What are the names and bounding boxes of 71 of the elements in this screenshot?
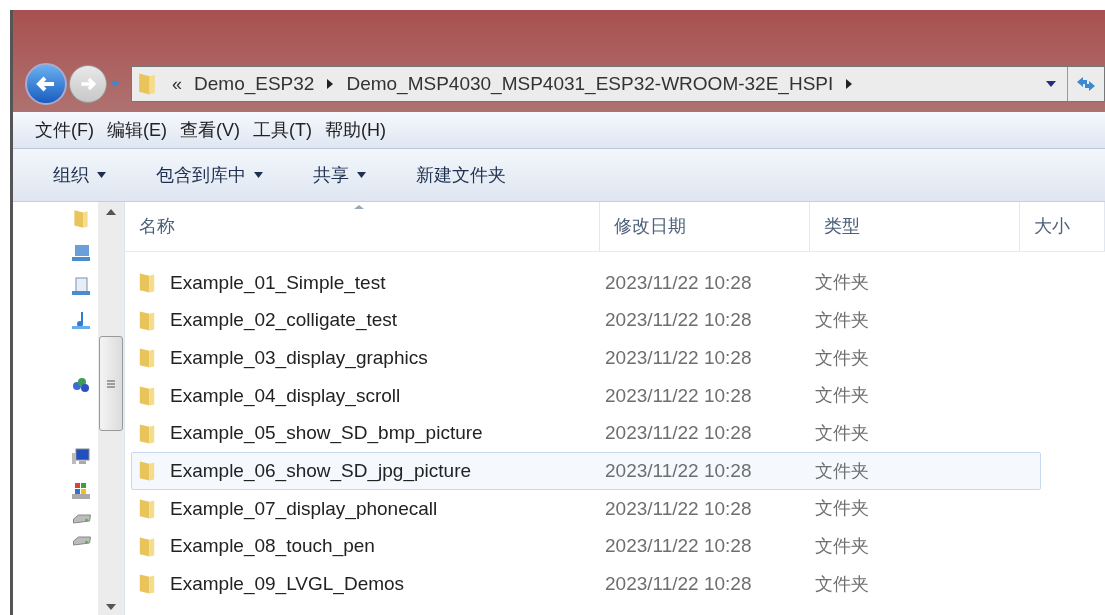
column-header[interactable]: 类型 — [810, 202, 1020, 251]
file-type: 文件夹 — [814, 497, 870, 521]
column-header[interactable]: 修改日期 — [600, 202, 810, 251]
scroll-up-icon[interactable] — [105, 208, 117, 216]
scroll-down-icon[interactable] — [105, 603, 117, 611]
file-row[interactable]: Example_07_display_phonecall 2023/11/22 10:28 文件夹 — [131, 490, 1041, 528]
column-header[interactable]: 名称 — [125, 202, 600, 251]
toolbar-button[interactable]: 组织 — [53, 161, 106, 189]
menu-item[interactable]: 编辑(E) — [107, 116, 167, 144]
sort-ascending-icon — [353, 204, 365, 210]
file-name: Example_04_display_scroll — [170, 383, 401, 409]
folder-icon — [136, 71, 158, 97]
system-drive-icon — [70, 480, 92, 502]
music-note-icon — [70, 310, 92, 332]
modified-date: 2023/11/22 10:28 — [604, 270, 753, 295]
modified-date: 2023/11/22 10:28 — [604, 345, 753, 370]
file-row[interactable]: Example_02_colligate_test 2023/11/22 10:28 文件夹 — [131, 301, 1041, 340]
back-button[interactable] — [25, 63, 67, 105]
file-name: Example_06_show_SD_jpg_picture — [170, 459, 472, 484]
modified-date: 2023/11/22 10:28 — [604, 421, 753, 446]
menu-item[interactable]: 查看(V) — [180, 116, 240, 144]
menu-item[interactable]: 帮助(H) — [324, 116, 386, 144]
scroll-thumb[interactable] — [99, 336, 123, 431]
breadcrumb-overflow[interactable]: « — [172, 70, 182, 98]
file-type: 文件夹 — [814, 384, 870, 408]
breadcrumb-arrow-icon[interactable] — [326, 78, 335, 90]
file-type: 文件夹 — [814, 309, 870, 333]
file-row[interactable]: Example_09_LVGL_Demos 2023/11/22 10:28 文件夹 — [131, 565, 1041, 604]
breadcrumb-arrow-icon[interactable] — [845, 78, 854, 90]
modified-date: 2023/11/22 10:28 — [604, 496, 753, 521]
file-row[interactable]: Example_03_display_graphics 2023/11/22 10:28 文件夹 — [131, 339, 1041, 378]
menu-item[interactable]: 工具(T) — [253, 116, 312, 144]
file-type: 文件夹 — [814, 572, 870, 596]
file-row[interactable]: Example_04_display_scroll 2023/11/22 10:28 文件夹 — [131, 377, 1041, 415]
file-name: Example_09_LVGL_Demos — [170, 572, 405, 597]
file-name: Example_02_colligate_test — [170, 308, 398, 333]
forward-button[interactable] — [69, 65, 107, 103]
breadcrumb-item[interactable]: Demo_MSP4030_MSP4031_ESP32-WROOM-32E_HSPI — [346, 69, 834, 99]
file-type: 文件夹 — [814, 422, 870, 446]
modified-date: 2023/11/22 10:28 — [604, 572, 753, 597]
file-type: 文件夹 — [814, 535, 870, 559]
menu-item[interactable]: 文件(F) — [35, 116, 94, 144]
history-dropdown-icon[interactable] — [1045, 80, 1057, 88]
file-name: Example_05_show_SD_bmp_picture — [170, 421, 483, 446]
toolbar-button[interactable]: 共享 — [313, 161, 366, 189]
file-row[interactable]: Example_01_Simple_test 2023/11/22 10:28 文件夹 — [131, 264, 1041, 302]
toolbar-button[interactable]: 包含到库中 — [156, 161, 263, 189]
document-icon — [70, 276, 92, 298]
file-type: 文件夹 — [814, 271, 870, 295]
modified-date: 2023/11/22 10:28 — [604, 459, 753, 484]
file-name: Example_01_Simple_test — [170, 270, 386, 296]
address-bar[interactable]: « Demo_ESP32 Demo_MSP4030_MSP4031_ESP32-WROOM-32E_HSPI — [131, 66, 1105, 102]
breadcrumb-item[interactable]: Demo_ESP32 — [194, 69, 315, 99]
file-row[interactable]: Example_05_show_SD_bmp_picture 2023/11/22 10:28 文件夹 — [131, 414, 1041, 453]
file-name: Example_08_touch_pen — [170, 534, 375, 559]
desktop-icon — [70, 242, 92, 264]
drive-icon — [72, 514, 92, 524]
toolbar-button[interactable]: 新建文件夹 — [416, 161, 506, 189]
drive-icon — [72, 536, 92, 546]
file-row[interactable]: Example_06_show_SD_jpg_picture 2023/11/22 10:28 文件夹 — [131, 452, 1041, 491]
file-name: Example_03_display_graphics — [170, 345, 428, 371]
column-header[interactable]: 大小 — [1020, 202, 1105, 251]
file-type: 文件夹 — [814, 459, 870, 483]
grip-icon — [106, 378, 116, 389]
file-name: Example_07_display_phonecall — [170, 496, 438, 522]
modified-date: 2023/11/22 10:28 — [604, 534, 753, 559]
file-row[interactable]: Example_08_touch_pen 2023/11/22 10:28 文件夹 — [131, 527, 1041, 566]
scrollbar[interactable] — [98, 202, 124, 615]
modified-date: 2023/11/22 10:28 — [604, 308, 753, 333]
file-type: 文件夹 — [814, 346, 870, 370]
modified-date: 2023/11/22 10:28 — [604, 383, 753, 408]
